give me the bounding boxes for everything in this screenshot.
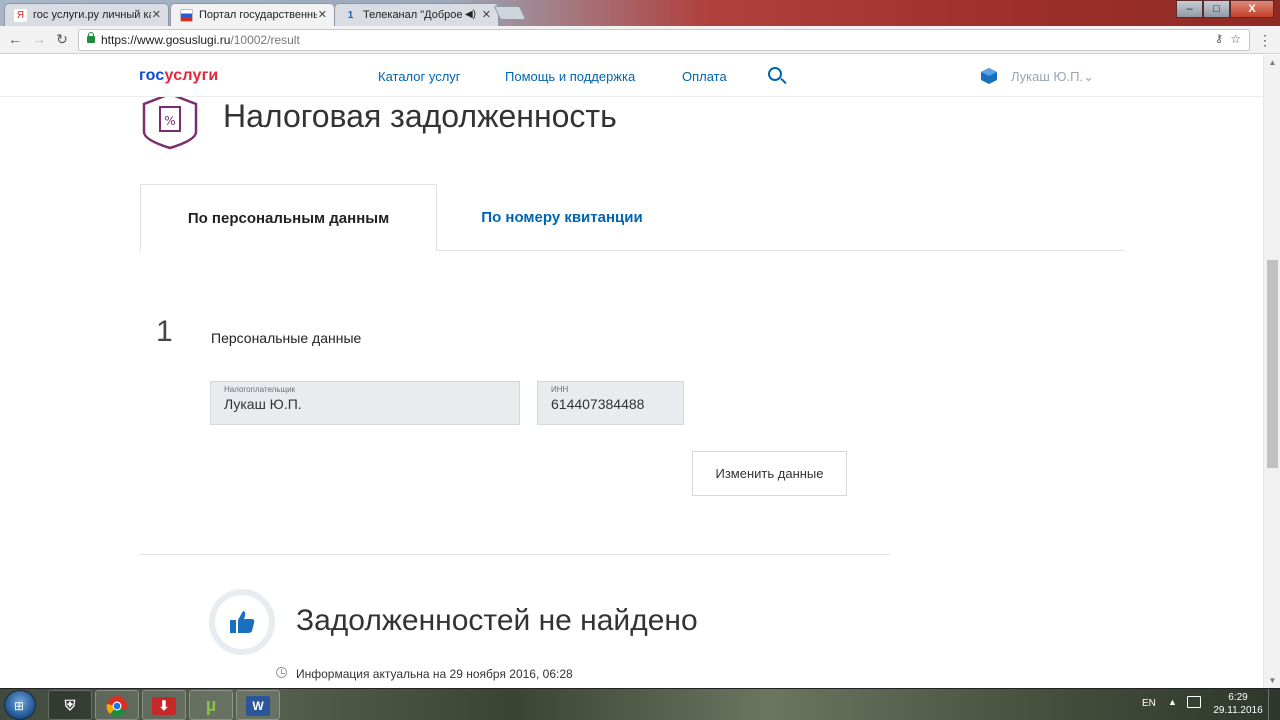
url-path: /10002/result <box>230 33 300 47</box>
browser-menu-icon[interactable]: ⋮ <box>1258 32 1272 49</box>
url-host: https://www.gosuslugi.ru <box>101 33 231 47</box>
edit-data-button[interactable]: Изменить данные <box>692 451 847 496</box>
windows-logo-icon: ⊞ <box>14 699 25 713</box>
language-indicator[interactable]: EN <box>1142 698 1156 709</box>
inn-field[interactable]: ИНН 614407384488 <box>537 381 684 425</box>
inn-value: 614407384488 <box>551 396 645 412</box>
start-button[interactable]: ⊞ <box>4 690 36 720</box>
window-controls: – □ X <box>1176 0 1274 18</box>
page-title: Налоговая задолженность <box>223 98 617 134</box>
clock-icon <box>276 667 287 678</box>
minimize-button[interactable]: – <box>1176 0 1203 18</box>
forward-arrow-icon[interactable]: → <box>30 31 48 47</box>
taxpayer-value: Лукаш Ю.П. <box>224 396 302 412</box>
address-bar[interactable]: https://www.gosuslugi.ru/10002/result ☆ … <box>78 29 1250 51</box>
show-desktop-button[interactable] <box>1268 689 1280 720</box>
close-tab-icon[interactable]: ✕ <box>482 4 491 26</box>
speaker-icon[interactable]: ◀) <box>465 4 476 26</box>
close-window-button[interactable]: X <box>1230 0 1274 18</box>
nav-help-link[interactable]: Помощь и поддержка <box>505 69 635 84</box>
gosuslugi-logo[interactable]: госуслуги <box>139 67 218 85</box>
bookmark-star-icon[interactable]: ☆ <box>1230 32 1241 46</box>
page-scrollbar[interactable]: ▲ ▼ <box>1263 55 1280 688</box>
maximize-button[interactable]: □ <box>1203 0 1230 18</box>
download-icon[interactable]: ⬇ <box>142 690 186 720</box>
world-of-tanks-icon[interactable]: ⛨ <box>48 690 92 720</box>
reload-icon[interactable]: ↻ <box>53 31 71 48</box>
browser-tab-1[interactable]: Я гос услуги.ру личный ка ✕ <box>4 3 169 26</box>
logo-part2: услуги <box>164 67 219 84</box>
logo-part1: гос <box>139 67 165 84</box>
browser-tab-2[interactable]: Портал государственнь ✕ <box>170 3 335 26</box>
tax-service-icon: % <box>142 92 198 150</box>
nav-catalog-link[interactable]: Каталог услуг <box>378 69 461 84</box>
page-viewport: госуслуги Каталог услуг Помощь и поддерж… <box>0 55 1263 688</box>
browser-toolbar: ← → ↻ https://www.gosuslugi.ru/10002/res… <box>0 26 1280 54</box>
back-arrow-icon[interactable]: ← <box>6 31 24 47</box>
network-icon[interactable] <box>1187 696 1201 708</box>
search-icon[interactable] <box>768 67 782 81</box>
key-icon[interactable]: ⚷ <box>1215 32 1223 45</box>
chevron-down-icon: ⌄ <box>1083 69 1095 84</box>
chrome-logo <box>106 696 127 717</box>
close-tab-icon[interactable]: ✕ <box>152 4 161 26</box>
browser-tab-title: Портал государственнь <box>199 9 317 21</box>
user-name: Лукаш Ю.П. <box>1011 69 1084 84</box>
site-header: госуслуги Каталог услуг Помощь и поддерж… <box>0 55 1263 97</box>
lock-icon <box>87 32 95 43</box>
result-title: Задолженностей не найдено <box>296 604 698 637</box>
scrollbar-thumb[interactable] <box>1267 260 1278 468</box>
svg-text:%: % <box>164 114 175 128</box>
taxpayer-field[interactable]: Налогоплательщик Лукаш Ю.П. <box>210 381 520 425</box>
taxpayer-label: Налогоплательщик <box>224 385 296 394</box>
browser-tabstrip: Я гос услуги.ру личный ка ✕ Портал госуд… <box>0 0 1280 26</box>
tab-personal-data[interactable]: По персональным данным <box>140 184 437 251</box>
user-avatar-icon[interactable] <box>980 67 998 85</box>
word-icon[interactable]: W <box>236 690 280 720</box>
yandex-icon: Я <box>14 9 27 22</box>
russia-flag-icon <box>180 9 193 22</box>
tab-receipt-number[interactable]: По номеру квитанции <box>437 184 687 251</box>
inn-label: ИНН <box>551 385 569 394</box>
browser-tab-title: гос услуги.ру личный ка <box>33 9 151 21</box>
thumbs-up-glyph <box>230 611 255 633</box>
windows-taskbar: ⊞ ⛨ ⬇ µ W EN ▲ 6:29 29.11.2016 <box>0 688 1280 720</box>
scroll-down-icon[interactable]: ▼ <box>1264 676 1280 685</box>
system-clock[interactable]: 6:29 29.11.2016 <box>1210 691 1266 717</box>
step-label: Персональные данные <box>211 330 362 346</box>
nav-payment-link[interactable]: Оплата <box>682 69 727 84</box>
thumbs-up-icon <box>209 589 275 655</box>
new-tab-button[interactable] <box>493 6 527 20</box>
url-text: https://www.gosuslugi.ru/10002/result <box>101 33 300 47</box>
clock-date: 29.11.2016 <box>1213 705 1263 716</box>
close-tab-icon[interactable]: ✕ <box>318 4 327 26</box>
info-timestamp: Информация актуальна на 29 ноября 2016, … <box>296 667 573 681</box>
browser-tab-3[interactable]: 1 Телеканал "Доброе у ◀) ✕ <box>334 3 499 26</box>
user-menu[interactable]: Лукаш Ю.П.⌄ <box>1011 69 1094 85</box>
chrome-icon[interactable] <box>95 690 139 720</box>
section-divider <box>140 554 890 555</box>
browser-tab-title: Телеканал "Доброе у <box>363 9 463 21</box>
tv-channel-icon: 1 <box>347 10 354 21</box>
tray-expand-icon[interactable]: ▲ <box>1168 697 1177 707</box>
step-number: 1 <box>156 315 173 348</box>
scroll-up-icon[interactable]: ▲ <box>1264 58 1280 67</box>
utorrent-icon[interactable]: µ <box>189 690 233 720</box>
search-mode-tabs: По персональным данным По номеру квитанц… <box>140 184 1124 251</box>
clock-time: 6:29 <box>1228 692 1248 703</box>
